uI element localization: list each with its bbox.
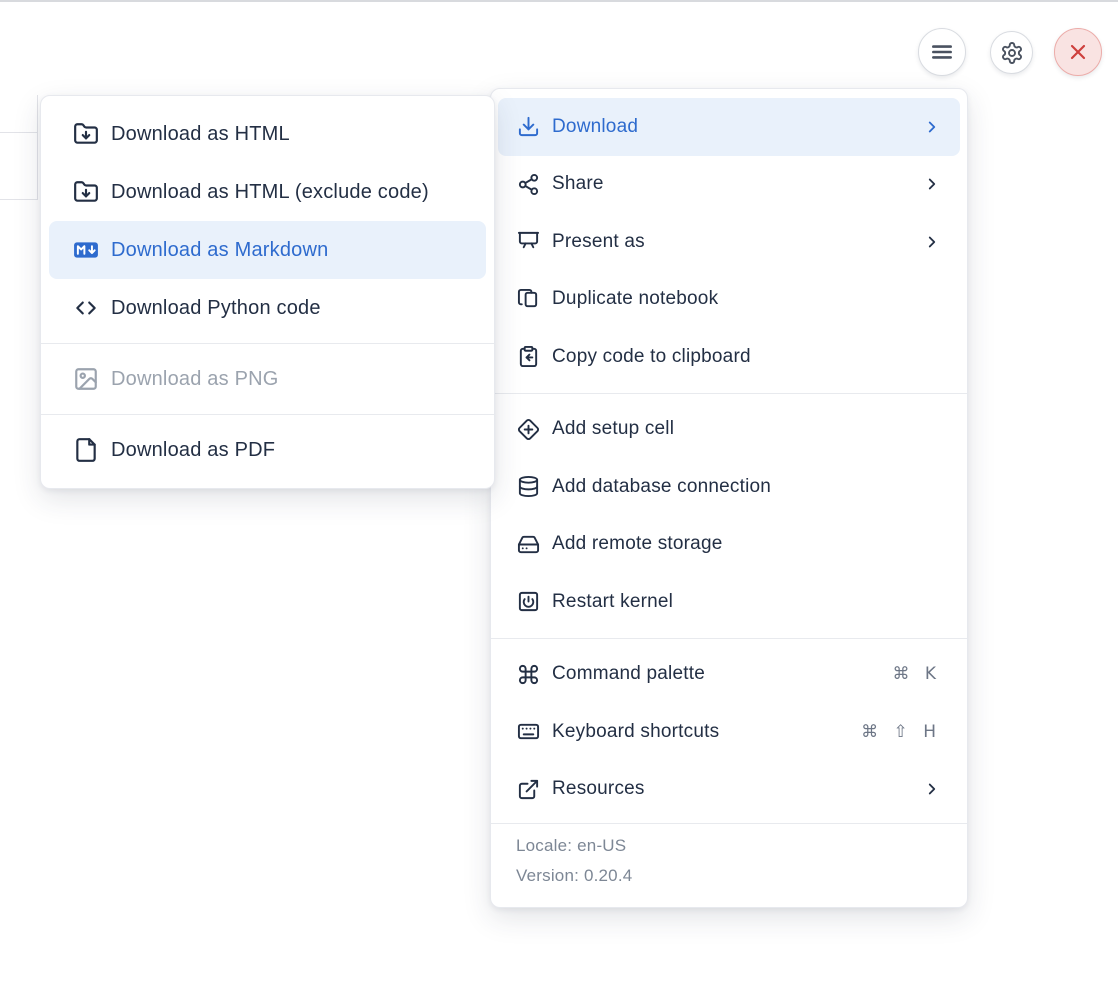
menu-item-label: Download as PDF	[111, 439, 462, 462]
menu-item-add-setup-cell[interactable]: Add setup cell	[491, 401, 967, 459]
chevron-right-icon	[923, 233, 941, 251]
menu-separator	[41, 343, 494, 344]
share-icon	[517, 173, 540, 196]
page-top-border	[0, 0, 1118, 2]
menu-item-label: Command palette	[552, 663, 880, 685]
folder-download-icon	[73, 179, 99, 205]
menu-item-label: Present as	[552, 231, 911, 253]
close-button[interactable]	[1054, 28, 1102, 76]
code-icon	[73, 295, 99, 321]
menu-item-label: Download Python code	[111, 297, 462, 320]
download-submenu: Download as HTML Download as HTML (exclu…	[40, 95, 495, 489]
shortcut-text: ⌘ K	[892, 664, 941, 684]
folder-download-icon	[73, 121, 99, 147]
hard-drive-icon	[517, 533, 540, 556]
menu-item-copy-code[interactable]: Copy code to clipboard	[491, 328, 967, 386]
chevron-right-icon	[923, 780, 941, 798]
menu-item-keyboard-shortcuts[interactable]: Keyboard shortcuts ⌘ ⇧ H	[491, 703, 967, 761]
gear-icon	[1000, 41, 1024, 65]
menu-toggle-button[interactable]	[918, 28, 966, 76]
download-icon	[517, 115, 540, 138]
diamond-plus-icon	[517, 418, 540, 441]
menu-item-add-remote-storage[interactable]: Add remote storage	[491, 516, 967, 574]
close-icon	[1066, 40, 1090, 64]
menu-separator	[491, 393, 967, 394]
menu-item-download-png[interactable]: Download as PNG	[41, 350, 494, 408]
menu-item-share[interactable]: Share	[491, 156, 967, 214]
external-link-icon	[517, 778, 540, 801]
menu-item-label: Restart kernel	[552, 591, 941, 613]
menu-item-label: Resources	[552, 778, 911, 800]
menu-item-download[interactable]: Download	[498, 98, 960, 156]
menu-separator	[41, 414, 494, 415]
menu-item-resources[interactable]: Resources	[491, 761, 967, 819]
menu-item-download-python-code[interactable]: Download Python code	[41, 279, 494, 337]
background-cell-border	[0, 199, 37, 200]
copy-icon	[517, 288, 540, 311]
background-cell-border	[37, 95, 38, 200]
power-square-icon	[517, 590, 540, 613]
presentation-icon	[517, 230, 540, 253]
menu-item-label: Add setup cell	[552, 418, 941, 440]
menu-item-download-pdf[interactable]: Download as PDF	[41, 421, 494, 479]
notebook-actions-menu: Download Share Present as Duplicate note…	[490, 88, 968, 908]
menu-item-label: Download	[552, 116, 911, 138]
markdown-download-icon	[73, 237, 99, 263]
menu-item-label: Add database connection	[552, 476, 941, 498]
menu-item-command-palette[interactable]: Command palette ⌘ K	[491, 646, 967, 704]
menu-item-add-database-connection[interactable]: Add database connection	[491, 458, 967, 516]
menu-item-label: Duplicate notebook	[552, 288, 941, 310]
file-icon	[73, 437, 99, 463]
version-text: Version: 0.20.4	[516, 866, 942, 886]
menu-item-label: Download as PNG	[111, 368, 462, 391]
keyboard-icon	[517, 720, 540, 743]
command-icon	[517, 663, 540, 686]
menu-item-label: Add remote storage	[552, 533, 941, 555]
menu-item-label: Share	[552, 173, 911, 195]
hamburger-icon	[929, 39, 955, 65]
menu-item-restart-kernel[interactable]: Restart kernel	[491, 573, 967, 631]
menu-separator	[491, 638, 967, 639]
shortcut-text: ⌘ ⇧ H	[861, 722, 941, 742]
background-cell-border	[0, 132, 37, 133]
settings-button[interactable]	[990, 31, 1033, 74]
chevron-right-icon	[923, 118, 941, 136]
menu-item-label: Copy code to clipboard	[552, 346, 941, 368]
menu-item-download-html-exclude-code[interactable]: Download as HTML (exclude code)	[41, 163, 494, 221]
menu-item-present-as[interactable]: Present as	[491, 213, 967, 271]
clipboard-copy-icon	[517, 345, 540, 368]
menu-item-label: Download as HTML (exclude code)	[111, 181, 462, 204]
menu-item-label: Download as HTML	[111, 123, 462, 146]
menu-item-duplicate-notebook[interactable]: Duplicate notebook	[491, 271, 967, 329]
menu-item-label: Download as Markdown	[111, 239, 462, 262]
menu-item-download-markdown[interactable]: Download as Markdown	[49, 221, 486, 279]
locale-text: Locale: en-US	[516, 836, 942, 856]
menu-footer: Locale: en-US Version: 0.20.4	[491, 823, 967, 898]
image-icon	[73, 366, 99, 392]
chevron-right-icon	[923, 175, 941, 193]
database-icon	[517, 475, 540, 498]
menu-item-label: Keyboard shortcuts	[552, 721, 849, 743]
menu-item-download-html[interactable]: Download as HTML	[41, 105, 494, 163]
